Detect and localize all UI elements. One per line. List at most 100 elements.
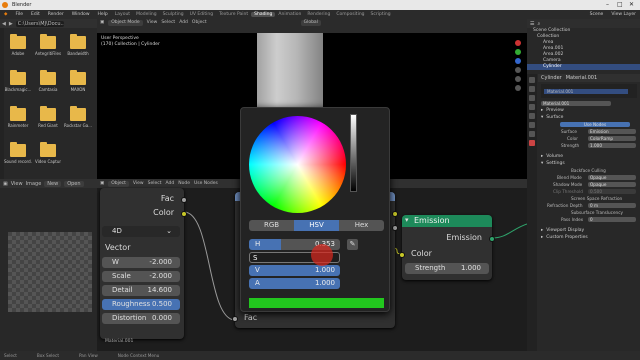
- value-field[interactable]: V 1.000: [249, 265, 340, 276]
- folder-item[interactable]: Sound record...: [4, 141, 32, 175]
- y-axis-icon[interactable]: [515, 49, 521, 55]
- x-axis-icon[interactable]: [515, 40, 521, 46]
- editor-type-icon[interactable]: ▣: [100, 20, 104, 25]
- object-tab-icon[interactable]: [529, 122, 535, 128]
- w-field[interactable]: W -2.000: [102, 257, 180, 268]
- color-output-socket[interactable]: [181, 211, 187, 217]
- preview-panel[interactable]: ▸ Preview: [538, 107, 640, 114]
- emission-color-socket[interactable]: [399, 252, 405, 258]
- tab-sculpting[interactable]: Sculpting: [160, 12, 187, 17]
- roughness-field[interactable]: Roughness 0.500: [102, 299, 180, 310]
- folder-item[interactable]: Bandwidth: [64, 33, 92, 67]
- folder-item[interactable]: Blackmagic...: [4, 69, 32, 103]
- editor-type-icon[interactable]: ▣: [3, 181, 8, 187]
- viewport-menu-add[interactable]: Add: [179, 20, 188, 25]
- pan-hand-icon[interactable]: [515, 76, 521, 82]
- settings-panel[interactable]: ▾ Settings: [538, 160, 640, 167]
- collapse-arrow-icon[interactable]: ▾: [405, 216, 409, 224]
- tab-rendering[interactable]: Rendering: [304, 12, 333, 17]
- outliner-search[interactable]: ⌕: [537, 21, 540, 27]
- close-button[interactable]: ✕: [629, 0, 634, 10]
- tab-modeling[interactable]: Modeling: [133, 12, 159, 17]
- minimize-button[interactable]: –: [606, 0, 609, 10]
- alpha-field[interactable]: A 1.000: [249, 278, 340, 289]
- volume-panel[interactable]: ▸ Volume: [538, 153, 640, 160]
- outliner-row-selected[interactable]: Cylinder: [527, 64, 640, 70]
- clip-threshold-field[interactable]: 0.500: [588, 189, 636, 194]
- use-nodes-button[interactable]: Use Nodes: [560, 122, 630, 127]
- surface-shader-field[interactable]: Emission: [588, 129, 636, 134]
- folder-item[interactable]: Rockstar Ga...: [64, 105, 92, 139]
- distortion-field[interactable]: Distortion 0.000: [102, 313, 180, 324]
- material-datablock[interactable]: Material.001: [538, 100, 640, 107]
- folder-item[interactable]: Red Giant: [34, 105, 62, 139]
- value-slider[interactable]: [350, 114, 357, 192]
- material-tab-icon[interactable]: [529, 140, 535, 146]
- colorramp-alpha-socket[interactable]: [392, 225, 398, 231]
- tab-scripting[interactable]: Scripting: [368, 12, 394, 17]
- eyedropper-icon[interactable]: ✎: [347, 239, 358, 250]
- viewport-menu-object[interactable]: Object: [192, 20, 207, 25]
- color-input-field[interactable]: ColorRamp: [588, 136, 636, 141]
- render-tab-icon[interactable]: [529, 86, 535, 92]
- menu-render[interactable]: Render: [44, 12, 68, 17]
- tab-texture-paint[interactable]: Texture Paint: [216, 12, 251, 17]
- folder-item[interactable]: Rainmeter: [4, 105, 32, 139]
- zoom-icon[interactable]: [515, 67, 521, 73]
- modifier-tab-icon[interactable]: [529, 131, 535, 137]
- tab-hsv[interactable]: HSV: [294, 220, 339, 231]
- blend-mode-dropdown[interactable]: Opaque: [588, 175, 636, 180]
- emission-strength-field[interactable]: Strength 1.000: [405, 263, 489, 274]
- fac-output-socket[interactable]: [181, 197, 187, 203]
- subsurface-translucency-checkbox[interactable]: Subsurface Translucency: [571, 210, 623, 215]
- output-tab-icon[interactable]: [529, 95, 535, 101]
- viewport-menu-view[interactable]: View: [147, 20, 158, 25]
- scene-tab-icon[interactable]: [529, 104, 535, 110]
- tab-uv-editing[interactable]: UV Editing: [187, 12, 216, 17]
- open-image-button[interactable]: Open: [64, 180, 84, 187]
- emission-output-socket[interactable]: [489, 236, 495, 242]
- backface-culling-checkbox[interactable]: Backface Culling: [571, 168, 606, 173]
- fac-input-socket[interactable]: [232, 316, 238, 322]
- navigation-gizmo[interactable]: [511, 37, 525, 94]
- noise-texture-node[interactable]: Fac Color 4D ⌄ Vector W -2.000 Scale -2.000…: [100, 188, 187, 339]
- emission-header[interactable]: ▾ Emission: [402, 215, 492, 227]
- tab-layout[interactable]: Layout: [112, 12, 133, 17]
- menu-file[interactable]: File: [11, 12, 27, 17]
- tab-animation[interactable]: Animation: [275, 12, 304, 17]
- folder-item[interactable]: Video Captur: [34, 141, 62, 175]
- viewport-menu-select[interactable]: Select: [161, 20, 175, 25]
- strength-field[interactable]: 1.000: [588, 143, 636, 148]
- menu-window[interactable]: Window: [68, 12, 94, 17]
- colorramp-color-socket[interactable]: [392, 211, 398, 217]
- scene-selector[interactable]: Scene: [586, 12, 608, 17]
- tab-compositing[interactable]: Compositing: [333, 12, 367, 17]
- tab-rgb[interactable]: RGB: [249, 220, 294, 231]
- menu-help[interactable]: Help: [94, 12, 112, 17]
- tab-hex[interactable]: Hex: [339, 220, 384, 231]
- shadow-mode-dropdown[interactable]: Opaque: [588, 182, 636, 187]
- camera-view-icon[interactable]: [515, 85, 521, 91]
- scale-field[interactable]: Scale -2.000: [102, 271, 180, 282]
- custom-properties-panel[interactable]: ▸ Custom Properties: [538, 234, 640, 241]
- detail-field[interactable]: Detail 14.600: [102, 285, 180, 296]
- transform-orientation[interactable]: Global: [300, 19, 321, 26]
- pass-index-field[interactable]: 0: [588, 217, 636, 222]
- file-path-field[interactable]: C:\Users\MJ\Docu...: [15, 20, 64, 27]
- material-slot-list[interactable]: Material.001: [541, 84, 637, 98]
- z-axis-icon[interactable]: [515, 58, 521, 64]
- surface-panel[interactable]: ▾ Surface: [538, 114, 640, 121]
- ssr-checkbox[interactable]: Screen Space Refraction: [571, 196, 622, 201]
- folder-item[interactable]: MAXON: [64, 69, 92, 103]
- folder-item[interactable]: AntegritiFiles: [34, 33, 62, 67]
- image-menu-image[interactable]: Image: [26, 181, 42, 187]
- menu-edit[interactable]: Edit: [27, 12, 44, 17]
- emission-node[interactable]: ▾ Emission Emission Color Strength 1.000: [399, 215, 495, 280]
- color-picker-popup[interactable]: RGB HSV Hex H0.353 S V1.000 A1.000 ✎: [240, 107, 390, 312]
- dimension-dropdown[interactable]: 4D ⌄: [102, 226, 180, 237]
- maximize-button[interactable]: □: [617, 0, 623, 10]
- back-arrow-icon[interactable]: ◀: [2, 21, 6, 27]
- tab-shading[interactable]: Shading: [251, 12, 276, 17]
- view-layer-selector[interactable]: View Layer: [607, 12, 640, 17]
- refraction-depth-field[interactable]: 0 m: [588, 203, 636, 208]
